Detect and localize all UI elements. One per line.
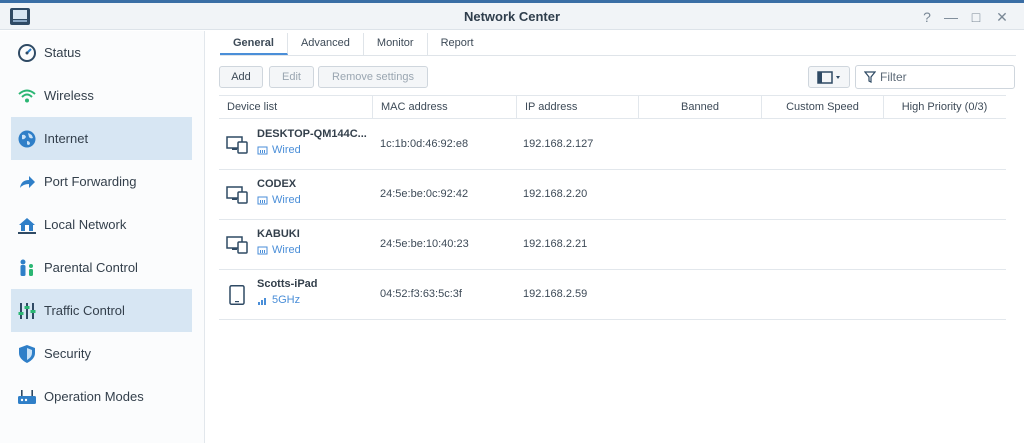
sidebar-item-internet[interactable]: Internet — [11, 117, 192, 160]
sidebar-item-label: Internet — [44, 131, 89, 146]
columns-view-icon — [817, 71, 840, 84]
family-icon — [17, 258, 37, 278]
filter-field[interactable] — [855, 65, 1015, 89]
sidebar-item-parental-control[interactable]: Parental Control — [11, 246, 192, 289]
maximize-button[interactable]: □ — [966, 7, 986, 27]
device-name: KABUKI — [257, 228, 300, 240]
table-row[interactable]: CODEX Wired 24:5e:be:0c:92:42 192.168.2.… — [219, 170, 1006, 220]
sidebar-item-label: Port Forwarding — [44, 174, 137, 189]
sidebar-item-label: Security — [44, 346, 91, 361]
remove-settings-button[interactable]: Remove settings — [318, 66, 428, 88]
column-custom-speed[interactable]: Custom Speed — [761, 96, 883, 119]
column-mac-address[interactable]: MAC address — [372, 96, 516, 119]
sidebar-item-port-forwarding[interactable]: Port Forwarding — [11, 160, 192, 203]
sidebar: Status Wireless Internet Port Forwarding… — [0, 31, 205, 443]
signal-bars-icon — [258, 298, 266, 305]
ip-address: 192.168.2.59 — [523, 288, 588, 300]
tab-advanced[interactable]: Advanced — [288, 33, 364, 55]
router-icon — [17, 387, 37, 407]
tab-report[interactable]: Report — [428, 33, 487, 55]
ip-address: 192.168.2.21 — [523, 238, 588, 250]
column-banned[interactable]: Banned — [638, 96, 761, 119]
sidebar-item-traffic-control[interactable]: Traffic Control — [11, 289, 192, 332]
device-name: CODEX — [257, 178, 297, 190]
wifi-icon — [17, 86, 37, 106]
column-high-priority[interactable]: High Priority (0/3) — [883, 96, 1005, 119]
connection-label: Wired — [272, 194, 301, 206]
close-button[interactable]: ✕ — [992, 7, 1012, 27]
sidebar-item-wireless[interactable]: Wireless — [11, 74, 192, 117]
device-name: DESKTOP-QM144C... — [257, 128, 367, 140]
edit-button[interactable]: Edit — [269, 66, 314, 88]
connection-type: 5GHz — [257, 294, 300, 306]
table-row[interactable]: KABUKI Wired 24:5e:be:10:40:23 192.168.2… — [219, 220, 1006, 270]
sidebar-item-label: Traffic Control — [44, 303, 125, 318]
connection-type: Wired — [257, 144, 301, 156]
table-row[interactable]: Scotts-iPad 5GHz 04:52:f3:63:5c:3f 192.1… — [219, 270, 1006, 320]
connection-label: 5GHz — [272, 294, 301, 306]
globe-icon — [17, 129, 37, 149]
minimize-button[interactable]: — — [941, 7, 961, 27]
funnel-icon — [864, 71, 876, 83]
desktop-laptop-icon — [226, 236, 248, 254]
ethernet-icon — [257, 246, 268, 255]
sidebar-item-operation-modes[interactable]: Operation Modes — [11, 375, 192, 418]
home-network-icon — [17, 215, 37, 235]
desktop-laptop-icon — [226, 136, 248, 154]
connection-type: Wired — [257, 194, 301, 206]
add-button[interactable]: Add — [219, 66, 263, 88]
tablet-icon — [229, 285, 245, 305]
help-button[interactable]: ? — [917, 7, 937, 27]
ip-address: 192.168.2.20 — [523, 188, 588, 200]
connection-type: Wired — [257, 244, 301, 256]
window-title: Network Center — [463, 9, 561, 24]
desktop-laptop-icon — [226, 186, 248, 204]
sidebar-item-label: Parental Control — [44, 260, 138, 275]
title-bar: Network Center ? — □ ✕ — [0, 3, 1024, 30]
ethernet-icon — [257, 146, 268, 155]
sidebar-item-label: Local Network — [44, 217, 127, 232]
table-header: Device list MAC address IP address Banne… — [219, 95, 1006, 119]
sidebar-item-label: Status — [44, 45, 81, 60]
mac-address: 24:5e:be:10:40:23 — [380, 238, 469, 250]
view-toggle-button[interactable] — [808, 66, 850, 88]
tab-general[interactable]: General — [220, 33, 288, 55]
column-device-list[interactable]: Device list — [219, 96, 372, 119]
sidebar-item-security[interactable]: Security — [11, 332, 192, 375]
tab-bar: General Advanced Monitor Report — [220, 31, 1016, 56]
mac-address: 1c:1b:0d:46:92:e8 — [380, 138, 469, 150]
sidebar-item-local-network[interactable]: Local Network — [11, 203, 192, 246]
table-row[interactable]: DESKTOP-QM144C... Wired 1c:1b:0d:46:92:e… — [219, 120, 1006, 170]
shield-icon — [17, 344, 37, 364]
forward-arrow-icon — [17, 172, 37, 192]
ip-address: 192.168.2.127 — [523, 138, 594, 150]
sidebar-item-label: Operation Modes — [44, 389, 144, 404]
mac-address: 24:5e:be:0c:92:42 — [380, 188, 469, 200]
status-gauge-icon — [17, 43, 37, 63]
ethernet-icon — [257, 196, 268, 205]
sliders-icon — [17, 301, 37, 321]
column-ip-address[interactable]: IP address — [516, 96, 638, 119]
sidebar-item-status[interactable]: Status — [11, 31, 192, 74]
main-panel: General Advanced Monitor Report Add Edit… — [206, 31, 1024, 443]
mac-address: 04:52:f3:63:5c:3f — [380, 288, 462, 300]
tab-monitor[interactable]: Monitor — [364, 33, 428, 55]
connection-label: Wired — [272, 244, 301, 256]
sidebar-item-label: Wireless — [44, 88, 94, 103]
filter-input[interactable] — [880, 69, 1010, 85]
device-name: Scotts-iPad — [257, 278, 318, 290]
connection-label: Wired — [272, 144, 301, 156]
